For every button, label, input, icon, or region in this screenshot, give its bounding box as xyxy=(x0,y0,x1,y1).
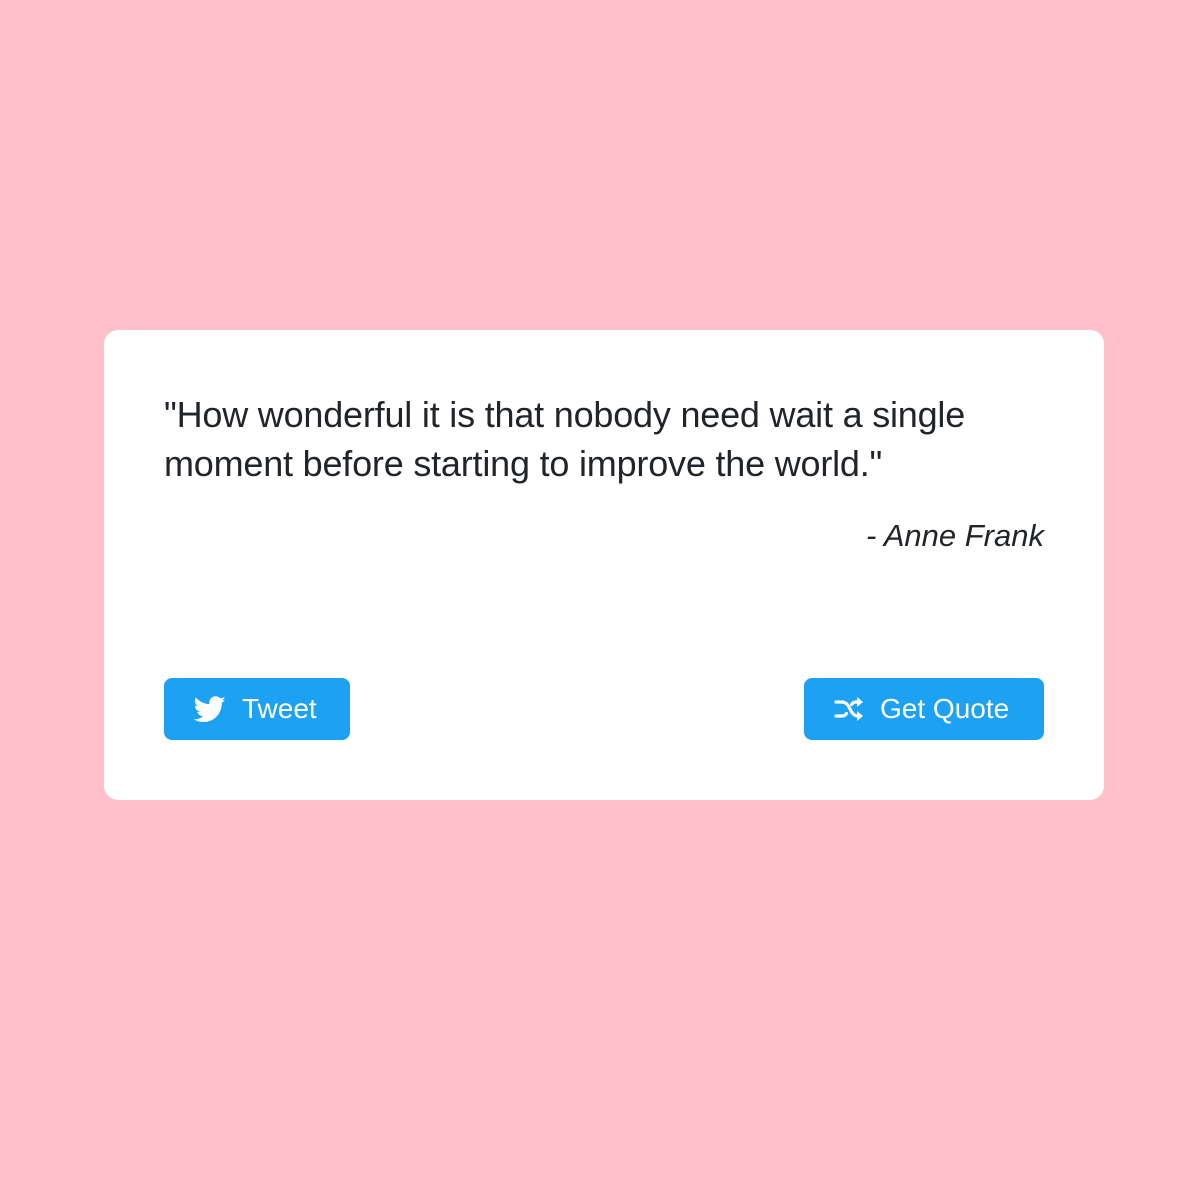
tweet-button-label: Tweet xyxy=(242,693,317,724)
quote-card: "How wonderful it is that nobody need wa… xyxy=(104,330,1104,800)
quote-text: "How wonderful it is that nobody need wa… xyxy=(164,394,966,484)
get-quote-button-label: Get Quote xyxy=(880,693,1010,724)
twitter-icon xyxy=(194,695,226,723)
get-quote-button[interactable]: Get Quote xyxy=(804,678,1044,740)
quote-author: - Anne Frank xyxy=(865,518,1044,553)
tweet-button[interactable]: Tweet xyxy=(164,678,350,740)
shuffle-icon xyxy=(834,696,864,722)
